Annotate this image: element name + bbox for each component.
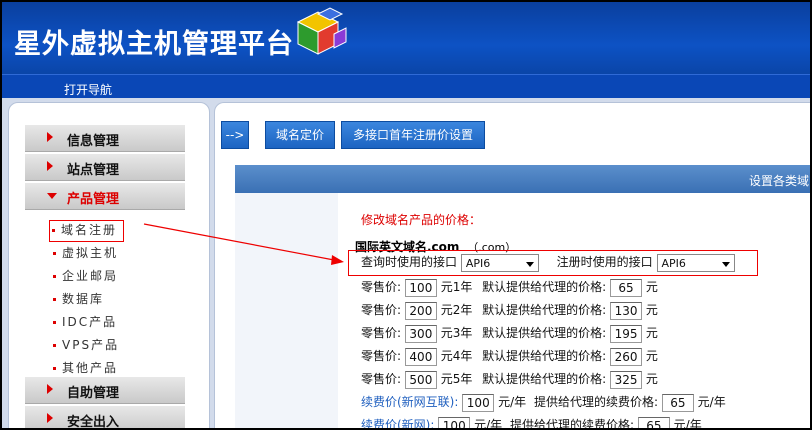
nav-bar: 打开导航	[2, 74, 810, 99]
annotation-arrow-icon	[143, 223, 344, 265]
body-area: 信息管理 站点管理 产品管理 域名注册 虚拟主机 企业邮局 数据库 IDC产品 …	[2, 98, 810, 428]
app-title: 星外虚拟主机管理平台	[14, 29, 294, 60]
header: 星外虚拟主机管理平台	[2, 2, 810, 74]
app-window: 星外虚拟主机管理平台 打开导航 信息管理 站点管理 产品管理 域名注册 虚拟主机…	[2, 2, 810, 428]
logo-cube-icon	[296, 7, 347, 55]
open-nav-link[interactable]: 打开导航	[64, 81, 112, 98]
